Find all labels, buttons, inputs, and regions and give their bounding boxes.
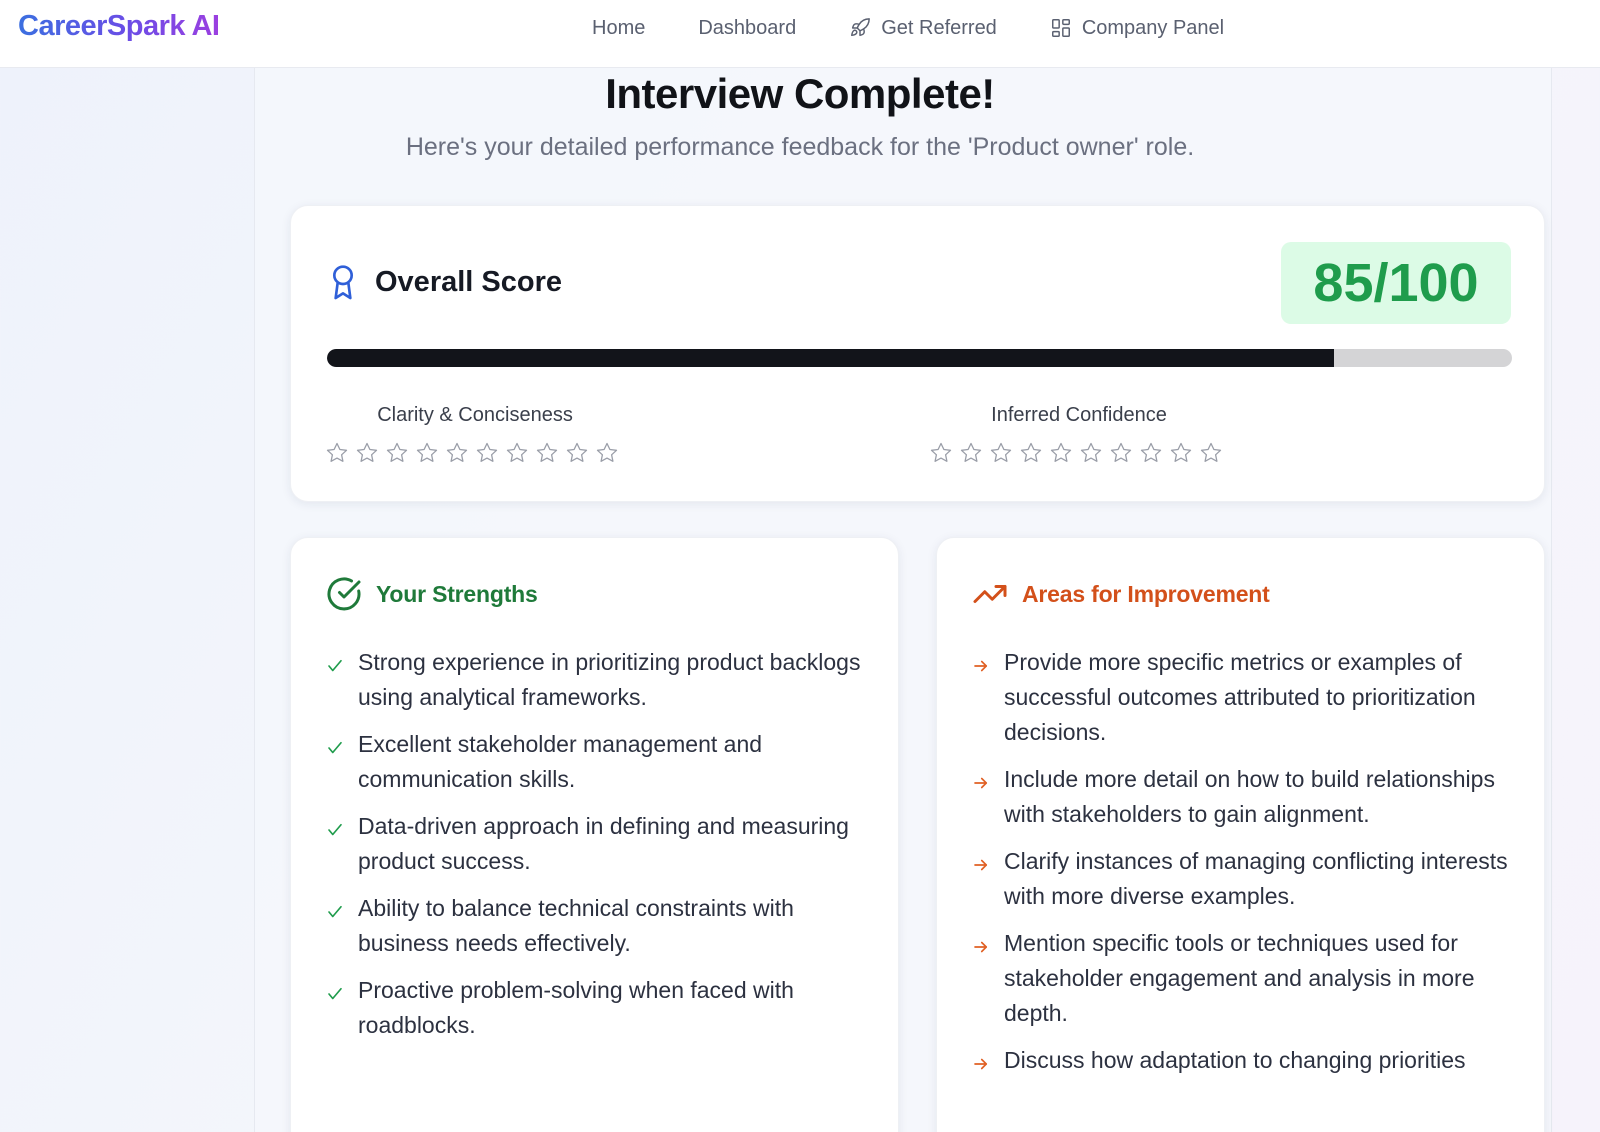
- strengths-title: Your Strengths: [376, 580, 538, 607]
- star-icon: [326, 442, 348, 462]
- rocket-icon: [851, 18, 871, 37]
- feedback-text: Clarify instances of managing conflictin…: [1004, 848, 1508, 909]
- improvement-header: Areas for Improvement: [972, 576, 1270, 612]
- brand-logo[interactable]: CareerSpark AI: [18, 10, 220, 43]
- top-navbar: CareerSpark AI Home Dashboard Get Referr…: [0, 0, 1600, 68]
- star-icon: [416, 442, 438, 462]
- score-title: Overall Score: [375, 265, 562, 298]
- nav-dashboard[interactable]: Dashboard: [698, 17, 796, 40]
- strengths-header: Your Strengths: [326, 576, 538, 612]
- check-icon: [328, 905, 342, 918]
- feedback-text: Strong experience in prioritizing produc…: [358, 649, 861, 710]
- star-icon: [960, 442, 982, 462]
- grid-icon: [1051, 19, 1070, 37]
- overall-score-card: Overall Score 85/100 Clarity & Concisene…: [290, 205, 1545, 502]
- feedback-text: Discuss how adaptation to changing prior…: [1004, 1047, 1466, 1073]
- metric-clarity: Clarity & Conciseness: [325, 404, 625, 465]
- confidence-star-rating[interactable]: [929, 441, 1229, 465]
- nav-company-panel-label: Company Panel: [1081, 16, 1225, 39]
- nav-company-panel[interactable]: Company Panel: [1050, 17, 1224, 40]
- star-icon: [566, 442, 588, 462]
- improvement-item: Include more detail on how to build rela…: [972, 762, 1532, 832]
- check-icon: [328, 823, 342, 836]
- star-icon: [990, 442, 1012, 462]
- score-progress-fill: [327, 349, 1335, 367]
- arrow-right-icon: [974, 660, 988, 672]
- strength-item: Ability to balance technical constraints…: [326, 891, 886, 961]
- score-badge: 85/100: [1281, 242, 1511, 324]
- improvement-title: Areas for Improvement: [1022, 580, 1270, 607]
- nav-home-label: Home: [592, 16, 646, 39]
- improvement-item: Mention specific tools or techniques use…: [972, 926, 1532, 1031]
- page-title: Interview Complete!: [605, 70, 995, 117]
- nav-dashboard-label: Dashboard: [698, 16, 797, 39]
- star-icon: [476, 442, 498, 462]
- star-icon: [1200, 442, 1222, 462]
- improvement-item: Clarify instances of managing conflictin…: [972, 844, 1532, 914]
- metric-confidence-label: Inferred Confidence: [991, 404, 1167, 426]
- check-icon: [328, 987, 342, 1000]
- page-subtitle: Here's your detailed performance feedbac…: [405, 133, 1195, 161]
- strength-item: Proactive problem-solving when faced wit…: [326, 973, 886, 1043]
- nav-get-referred-label: Get Referred: [881, 16, 997, 39]
- score-progress-bar: [327, 349, 1512, 367]
- check-circle-icon: [327, 577, 361, 611]
- feedback-text: Excellent stakeholder management and com…: [358, 731, 763, 792]
- award-icon: [333, 265, 353, 300]
- feedback-text: Include more detail on how to build rela…: [1004, 766, 1495, 827]
- star-icon: [446, 442, 468, 462]
- feedback-text: Provide more specific metrics or example…: [1004, 649, 1476, 745]
- clarity-star-rating[interactable]: [325, 441, 625, 465]
- star-icon: [1080, 442, 1102, 462]
- nav-get-referred[interactable]: Get Referred: [849, 17, 997, 40]
- star-icon: [930, 442, 952, 462]
- arrow-right-icon: [974, 859, 988, 871]
- metric-clarity-label: Clarity & Conciseness: [377, 404, 573, 426]
- strength-item: Excellent stakeholder management and com…: [326, 727, 886, 797]
- strength-item: Strong experience in prioritizing produc…: [326, 645, 886, 715]
- strengths-card: Your Strengths Strong experience in prio…: [290, 537, 899, 1132]
- arrow-right-icon: [974, 1058, 988, 1070]
- feedback-text: Ability to balance technical constraints…: [358, 895, 794, 956]
- arrow-right-icon: [974, 941, 988, 953]
- star-icon: [386, 442, 408, 462]
- feedback-text: Data-driven approach in defining and mea…: [358, 813, 849, 874]
- nav-links: Home Dashboard Get Referred Company Pane…: [592, 0, 1224, 56]
- metric-confidence: Inferred Confidence: [929, 404, 1229, 465]
- star-icon: [356, 442, 378, 462]
- star-icon: [1020, 442, 1042, 462]
- star-icon: [1110, 442, 1132, 462]
- feedback-text: Mention specific tools or techniques use…: [1004, 930, 1475, 1026]
- star-icon: [506, 442, 528, 462]
- star-icon: [1050, 442, 1072, 462]
- improvement-item: Discuss how adaptation to changing prior…: [972, 1043, 1532, 1078]
- arrow-right-icon: [974, 777, 988, 789]
- check-icon: [328, 741, 342, 754]
- score-header: Overall Score: [327, 263, 562, 301]
- improvement-card: Areas for Improvement Provide more speci…: [936, 537, 1545, 1132]
- strength-item: Data-driven approach in defining and mea…: [326, 809, 886, 879]
- improvement-item: Provide more specific metrics or example…: [972, 645, 1532, 750]
- nav-home[interactable]: Home: [592, 17, 645, 40]
- star-icon: [1170, 442, 1192, 462]
- feedback-text: Proactive problem-solving when faced wit…: [358, 977, 794, 1038]
- star-icon: [1140, 442, 1162, 462]
- strengths-list: Strong experience in prioritizing produc…: [326, 645, 886, 1055]
- improvement-list: Provide more specific metrics or example…: [972, 645, 1532, 1090]
- check-icon: [328, 659, 342, 672]
- star-icon: [536, 442, 558, 462]
- trending-up-icon: [973, 585, 1007, 603]
- star-icon: [596, 442, 618, 462]
